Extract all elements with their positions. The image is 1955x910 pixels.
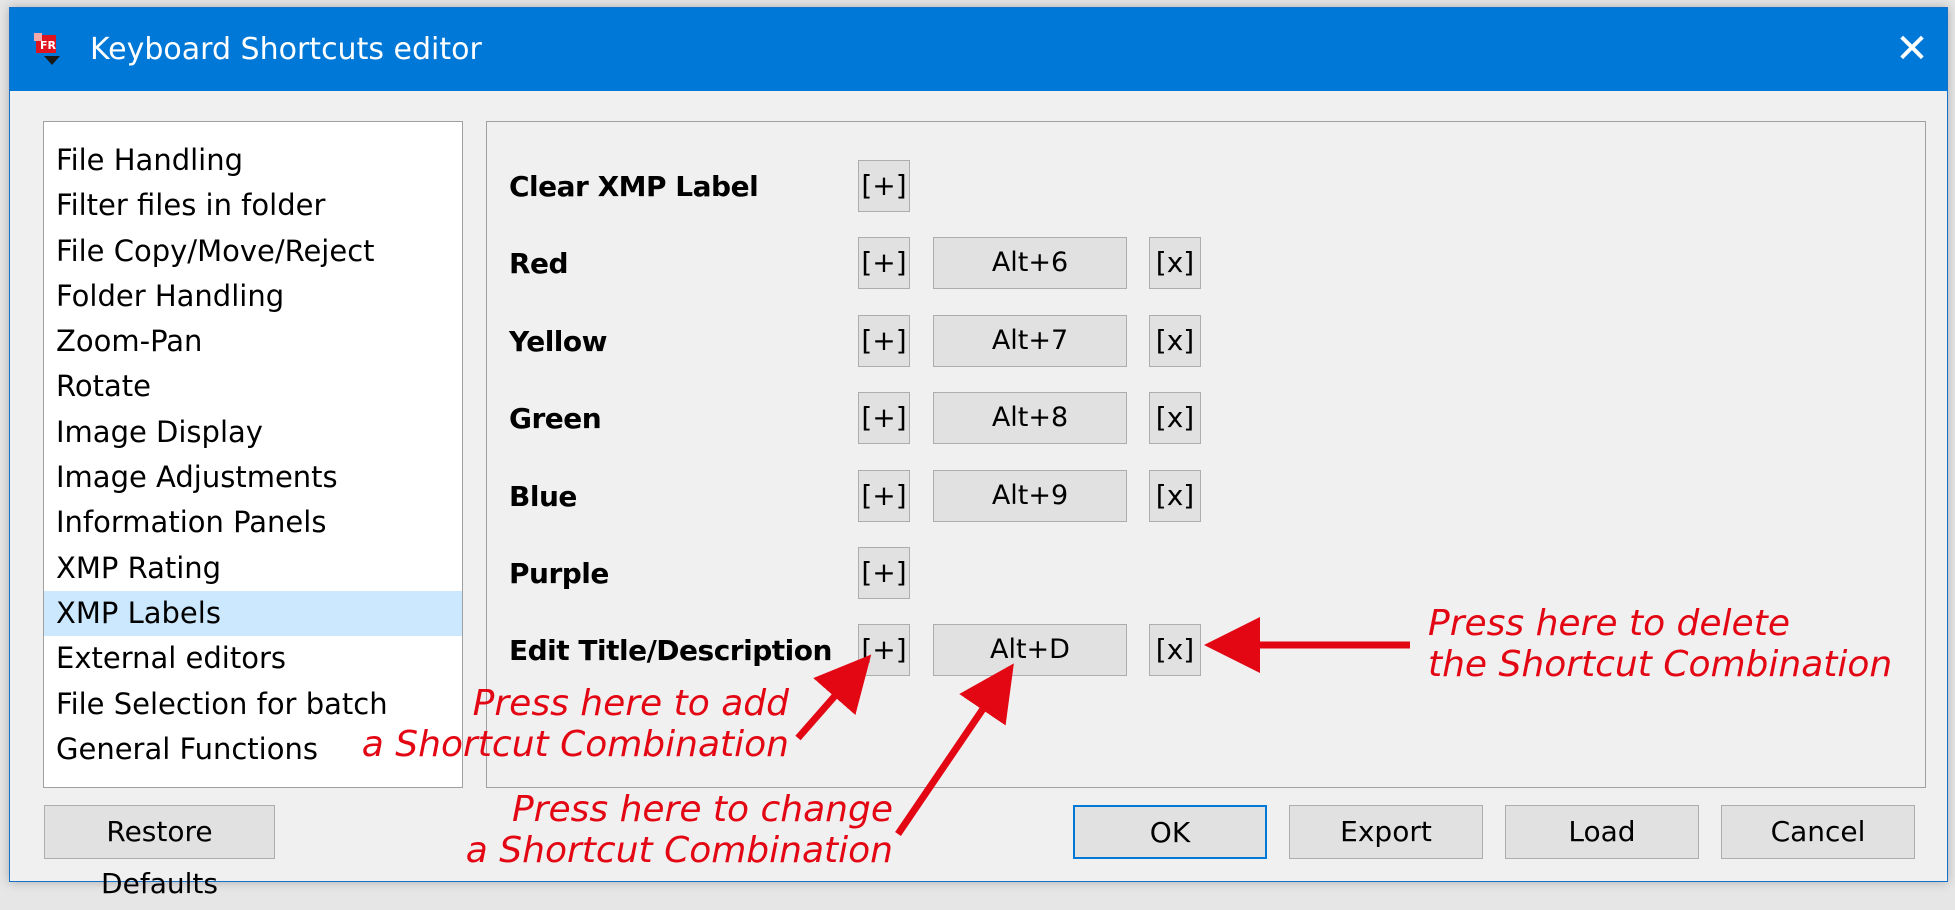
annotation-arrows: [795, 617, 1410, 836]
add-arrow: [795, 654, 872, 741]
add-annotation: Press here to add a Shortcut Combination: [361, 683, 789, 765]
change-annotation: Press here to change a Shortcut Combinat…: [465, 789, 893, 871]
delete-annotation: Press here to delete the Shortcut Combin…: [1428, 603, 1893, 685]
change-arrow: [895, 663, 1014, 836]
